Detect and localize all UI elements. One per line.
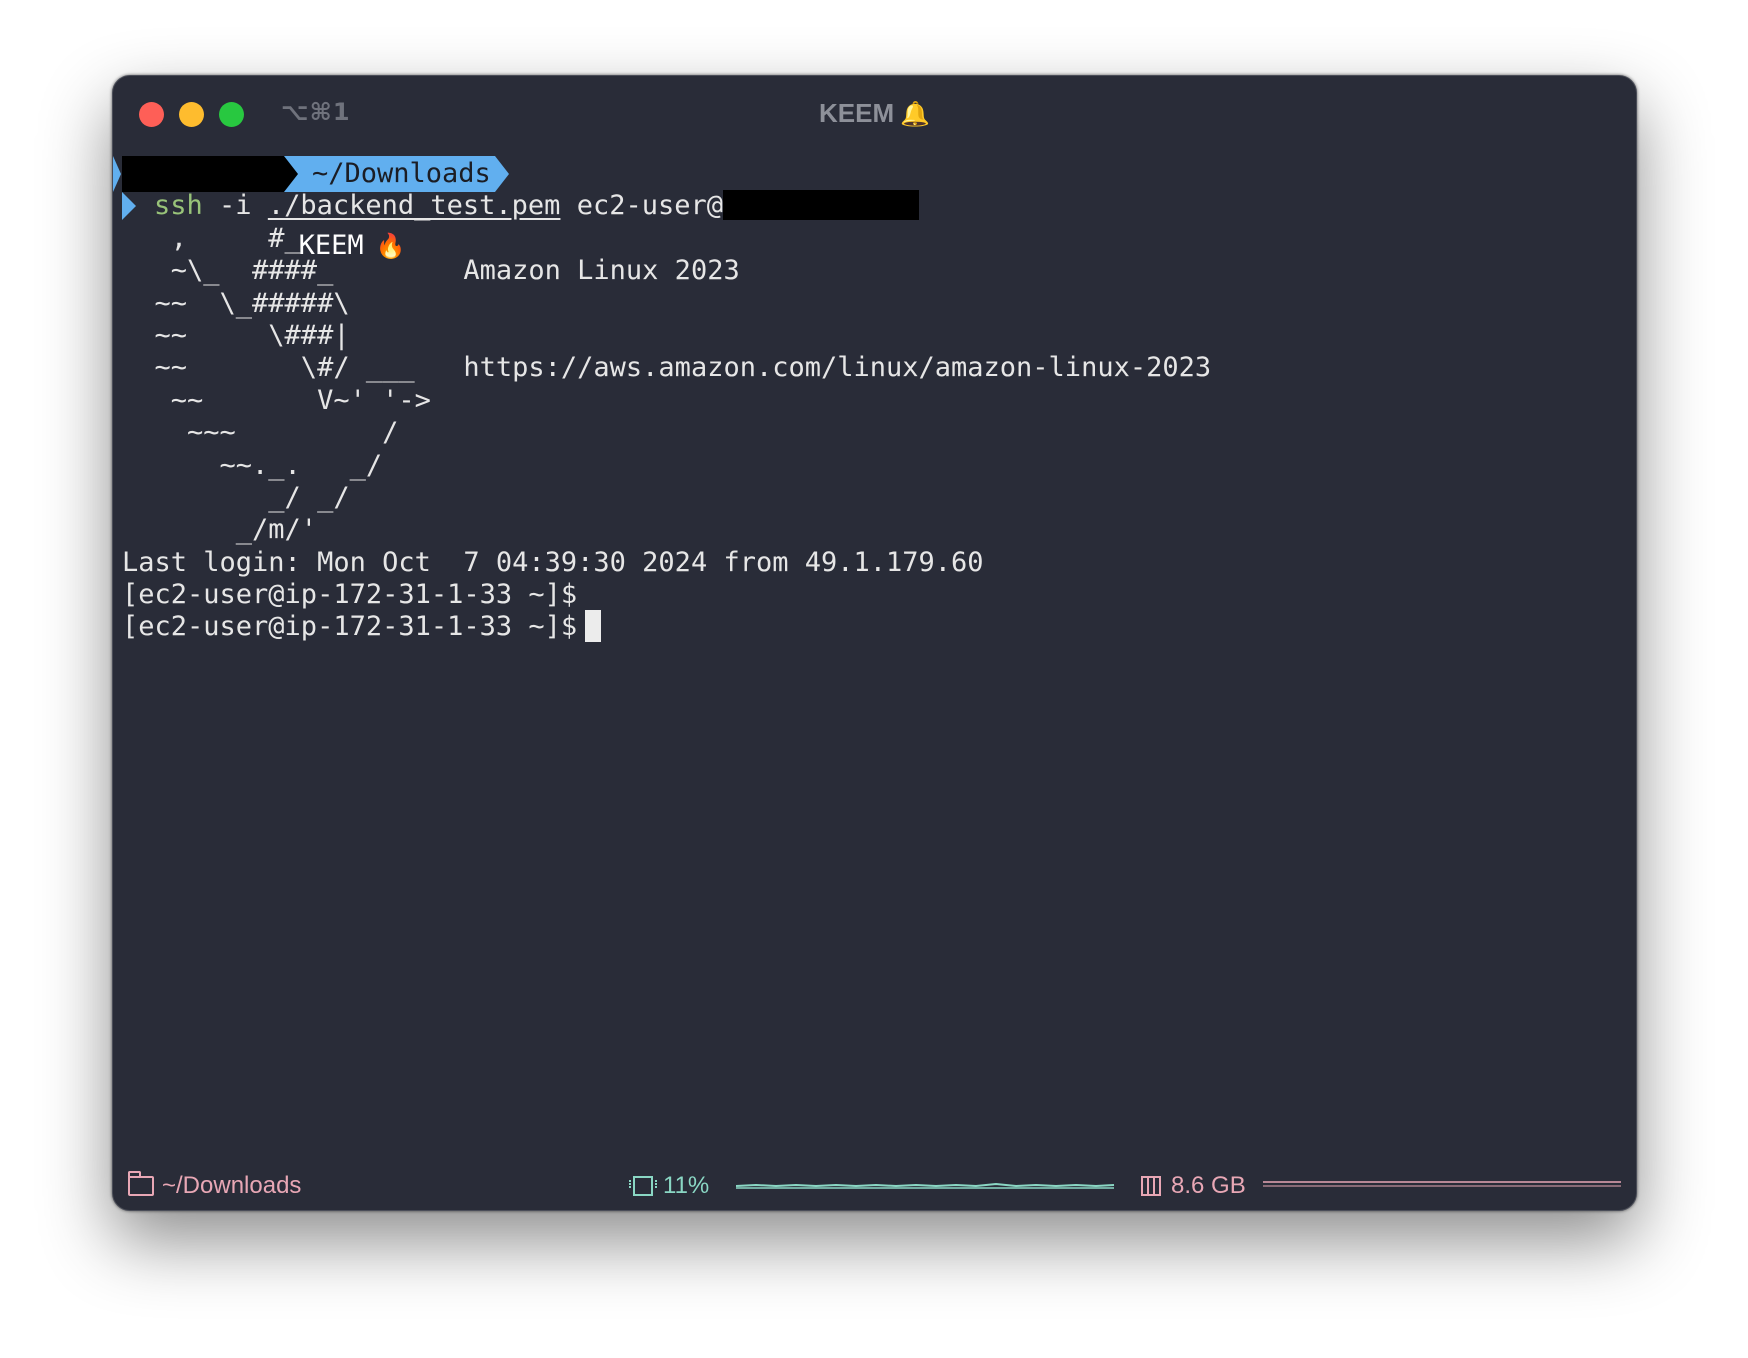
text-cursor [585,610,602,642]
banner-line: ~~ V~' '-> [122,385,431,416]
status-bar: ~/Downloads 11% 8.6 GB [113,1166,1636,1206]
bell-icon: 🔔 [900,101,930,128]
status-memory-value: 8.6 GB [1171,1172,1246,1199]
powerline-prompt: KEEM 🔥 ~/Downloads [113,156,509,261]
terminal-content[interactable]: KEEM 🔥 ~/Downloads ssh -i ./backend_test.… [113,156,1622,1116]
prompt-path: ~/Downloads [298,156,495,192]
command-flag: -i [219,190,252,221]
banner-line: , #_ [122,223,301,254]
prompt-user-segment: KEEM 🔥 [113,156,405,261]
command-keyfile[interactable]: ./backend_test.pem [268,190,561,221]
command-arrow-icon [122,192,136,220]
banner-line: _/ _/ [122,482,350,513]
memory-sparkline [1263,1181,1621,1187]
terminal-window: ⌥⌘1 KEEM 🔔 KEEM 🔥 ~/Downloads ssh -i ./bac… [112,75,1637,1211]
status-cwd[interactable]: ~/Downloads [128,1171,302,1200]
window-title-text: KEEM [818,98,895,128]
banner-line: ~~ \#/ ___ https://aws.amazon.com/linux/… [122,352,1212,383]
prompt-start-arrow [113,156,121,192]
banner-line: ~~._. _/ [122,450,383,481]
shell-prompt-line: [ec2-user@ip-172-31-1-33 ~]$ [122,579,578,610]
status-cwd-label: ~/Downloads [162,1172,302,1199]
memory-icon [1141,1176,1161,1196]
command-line: ssh -i ./backend_test.pem ec2-user@ [122,188,1622,224]
command-ssh: ssh [154,190,203,221]
banner-line: ~\_ ####_ Amazon Linux 2023 [122,255,740,286]
cpu-sparkline [736,1182,1115,1189]
status-cpu-value: 11% [663,1172,710,1199]
status-cpu: 11% [629,1172,710,1200]
banner-line: ~~~ / [122,417,399,448]
prompt-end-arrow [494,156,509,192]
title-bar[interactable]: ⌥⌘1 KEEM 🔔 [113,76,1636,152]
shell-prompt: [ec2-user@ip-172-31-1-33 ~]$ [122,611,578,642]
banner-line: ~~ \###| [122,320,350,351]
cpu-icon [629,1176,657,1196]
shell-prompt-line-active[interactable]: [ec2-user@ip-172-31-1-33 ~]$ [122,609,602,645]
status-memory: 8.6 GB [1141,1172,1246,1200]
banner-line: ~~ \_#####\ [122,288,350,319]
window-title: KEEM 🔔 [113,98,1636,129]
last-login-line: Last login: Mon Oct 7 04:39:30 2024 from… [122,547,984,578]
redacted-host [723,190,920,220]
prompt-separator [284,156,298,192]
command-target: ec2-user@ [576,190,724,221]
folder-icon [128,1171,154,1196]
banner-line: _/m/' [122,514,318,545]
